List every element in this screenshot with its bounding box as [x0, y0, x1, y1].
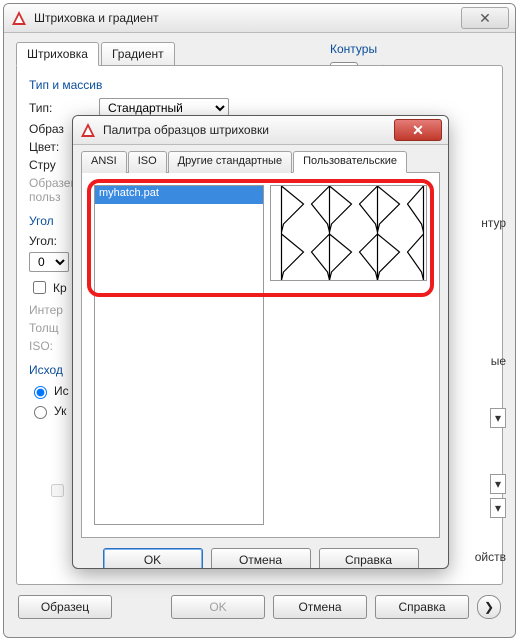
expand-button[interactable]: ❯ — [477, 595, 501, 619]
origin-radio-uk[interactable] — [34, 406, 47, 419]
default-origin-checkbox — [51, 484, 64, 497]
main-title: Штриховка и градиент — [34, 11, 461, 25]
main-titlebar[interactable]: Штриховка и градиент ✕ — [4, 4, 515, 33]
kr-checkbox[interactable] — [33, 281, 46, 294]
main-cancel-button[interactable]: Отмена — [273, 595, 367, 619]
main-button-bar: Образец OK Отмена Справка ❯ — [18, 595, 501, 619]
dlg-close-button[interactable]: ✕ — [394, 119, 442, 141]
pattern-palette-dialog: Палитра образцов штриховки ✕ ANSI ISO Др… — [72, 115, 449, 569]
main-close-button[interactable]: ✕ — [461, 7, 509, 29]
kr-label: Кр — [53, 281, 67, 295]
pattern-preview — [270, 185, 427, 281]
dlg-tab-custom[interactable]: Пользовательские — [293, 151, 407, 173]
dlg-client: ANSI ISO Другие стандартные Пользователь… — [81, 150, 440, 560]
combo-arrow-3[interactable]: ▾ — [490, 498, 506, 518]
peek-ye: ые — [491, 354, 506, 368]
tab-gradient[interactable]: Градиент — [101, 42, 175, 66]
hatch-preview-icon — [271, 186, 426, 280]
dlg-titlebar[interactable]: Палитра образцов штриховки ✕ — [73, 116, 448, 145]
origin-radio-is[interactable] — [34, 386, 47, 399]
sample-button[interactable]: Образец — [18, 595, 112, 619]
main-help-button[interactable]: Справка — [375, 595, 469, 619]
type-label: Тип: — [29, 101, 99, 115]
app-icon — [10, 9, 28, 27]
pattern-list[interactable]: myhatch.pat — [94, 185, 264, 525]
peek-oistv: ойств — [475, 550, 506, 564]
combo-arrow-2[interactable]: ▾ — [490, 474, 506, 494]
contours-header: Контуры — [330, 42, 505, 56]
dlg-title: Палитра образцов штриховки — [103, 123, 394, 137]
tolsh-label: Толщ — [29, 321, 59, 335]
origin-uk-label: Ук — [54, 404, 66, 418]
dlg-app-icon — [79, 121, 97, 139]
tab-hatch[interactable]: Штриховка — [16, 42, 99, 66]
type-array-header: Тип и массив — [29, 78, 490, 92]
dlg-button-bar: OK Отмена Справка — [81, 548, 440, 569]
combo-arrow-1[interactable]: ▾ — [490, 408, 506, 428]
dlg-cancel-button[interactable]: Отмена — [211, 548, 311, 569]
dlg-tab-ansi[interactable]: ANSI — [81, 151, 127, 173]
dlg-help-button[interactable]: Справка — [319, 548, 419, 569]
dlg-tab-other[interactable]: Другие стандартные — [168, 151, 292, 173]
dlg-tab-iso[interactable]: ISO — [128, 151, 167, 173]
main-ok-button: OK — [171, 595, 265, 619]
chevron-right-icon: ❯ — [484, 600, 494, 614]
interval-label: Интер — [29, 303, 63, 317]
angle-input[interactable]: 0 — [29, 252, 69, 272]
peek-ontur: нтур — [481, 216, 506, 230]
iso-label: ISO: — [29, 339, 53, 353]
list-item[interactable]: myhatch.pat — [95, 186, 263, 204]
dlg-ok-button[interactable]: OK — [103, 548, 203, 569]
origin-is-label: Ис — [54, 384, 69, 398]
dlg-tabs: ANSI ISO Другие стандартные Пользователь… — [81, 150, 440, 173]
dlg-panel: myhatch.pat — [81, 173, 440, 538]
